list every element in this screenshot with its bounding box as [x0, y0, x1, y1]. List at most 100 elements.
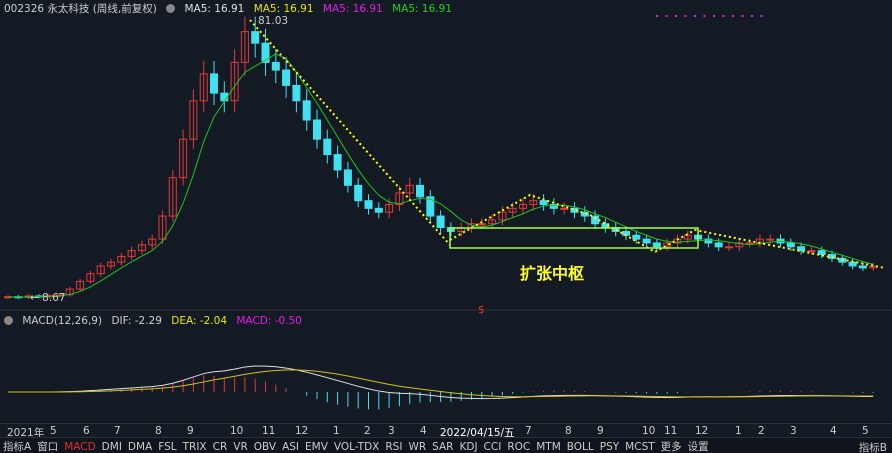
tab-emv[interactable]: EMV	[302, 440, 331, 453]
candle	[86, 270, 95, 284]
tab-设置[interactable]: 设置	[685, 438, 712, 453]
tab-sar[interactable]: SAR	[429, 440, 456, 453]
candle	[364, 194, 373, 215]
tab-mcst[interactable]: MCST	[622, 440, 657, 453]
macd-dif: DIF: -2.29	[111, 315, 162, 327]
candle	[416, 178, 424, 204]
candle	[240, 16, 249, 76]
candle-body	[282, 69, 291, 86]
magenta-dot	[656, 15, 658, 17]
x-tick-label: 1	[333, 425, 340, 437]
magenta-dot	[703, 15, 706, 17]
tab-指标a[interactable]: 指标A	[0, 438, 34, 453]
candle-body	[251, 31, 260, 44]
x-tick-label: 7	[525, 425, 532, 437]
candle	[220, 81, 229, 113]
candle	[426, 190, 435, 222]
candle-body	[632, 234, 641, 240]
x-tick-label: 6	[83, 425, 90, 437]
x-tick-label: 4	[420, 425, 427, 437]
x-tick-label: 5	[862, 425, 869, 437]
candle	[127, 246, 136, 261]
x-tick-label: 9	[187, 425, 194, 437]
tab-cr[interactable]: CR	[210, 440, 231, 453]
magenta-dot	[675, 15, 677, 17]
trend-line-down	[249, 19, 451, 246]
candle	[148, 234, 157, 250]
candle	[549, 198, 558, 215]
candle	[436, 210, 445, 233]
tab-psy[interactable]: PSY	[597, 440, 622, 453]
candle	[107, 258, 115, 270]
settings-dot-icon[interactable]	[4, 316, 13, 325]
candle	[354, 178, 363, 208]
candle-body	[323, 138, 332, 156]
candle	[230, 48, 239, 113]
tab-窗口[interactable]: 窗口	[34, 438, 61, 453]
candle-body	[436, 215, 445, 229]
candle	[488, 214, 497, 230]
x-tick-label: 8	[155, 425, 162, 437]
candle-body	[210, 73, 218, 94]
magenta-dot	[732, 15, 734, 17]
candle	[385, 198, 394, 219]
tab-vr[interactable]: VR	[230, 440, 250, 453]
event-marker[interactable]: $	[478, 304, 485, 316]
candle	[704, 234, 713, 248]
tab-trix[interactable]: TRIX	[180, 440, 210, 453]
high-price-label: 81.03	[258, 15, 289, 27]
candle-body	[374, 207, 383, 213]
tab-fsl[interactable]: FSL	[155, 440, 179, 453]
tab-kdj[interactable]: KDJ	[456, 440, 480, 453]
candle	[210, 61, 218, 106]
candle	[323, 129, 332, 164]
candle	[673, 234, 682, 248]
candle	[580, 206, 589, 222]
magenta-dot	[741, 15, 744, 17]
tab-dmi[interactable]: DMI	[99, 440, 125, 453]
macd-value: MACD: -0.50	[236, 315, 302, 327]
x-tick-label: 2	[364, 425, 371, 437]
candle	[282, 56, 291, 98]
candle-body	[725, 246, 733, 249]
candle	[117, 252, 126, 266]
price-header: 002326 永太科技 (周线,前复权) MA5: 16.91 MA5: 16.…	[4, 1, 458, 16]
candle-body	[642, 238, 651, 244]
tab-obv[interactable]: OBV	[251, 440, 279, 453]
tab-boll[interactable]: BOLL	[564, 440, 597, 453]
magenta-dot	[760, 15, 763, 17]
chart-canvas[interactable]	[0, 0, 892, 423]
x-tick-label: 11	[664, 425, 678, 437]
tab-cci[interactable]: CCI	[481, 440, 505, 453]
settings-dot-icon[interactable]	[166, 4, 176, 13]
tab-macd[interactable]: MACD	[61, 440, 98, 453]
tab-asi[interactable]: ASI	[279, 440, 302, 453]
tab-vol-tdx[interactable]: VOL-TDX	[331, 440, 382, 453]
stock-chart-window: 002326 永太科技 (周线,前复权) MA5: 16.91 MA5: 16.…	[0, 0, 892, 453]
tab-roc[interactable]: ROC	[504, 440, 533, 453]
symbol-title: 002326 永太科技 (周线,前复权)	[4, 3, 157, 15]
ma-label-2: MA5: 16.91	[253, 3, 314, 15]
candle	[611, 222, 620, 237]
candle	[199, 61, 208, 113]
candle-body	[858, 265, 867, 269]
x-tick-label: 3	[388, 425, 395, 437]
tab-wr[interactable]: WR	[405, 440, 429, 453]
candle	[560, 202, 569, 215]
candle-body	[560, 207, 569, 210]
candle-body	[271, 61, 280, 71]
candle	[158, 210, 167, 244]
tab-rsi[interactable]: RSI	[382, 440, 405, 453]
candle-body	[652, 242, 661, 248]
tab-indicator-b[interactable]: 指标B	[856, 439, 890, 453]
candle-body	[343, 169, 352, 186]
candle-body	[220, 92, 229, 102]
low-price-label: ← 8.67	[30, 292, 66, 304]
tab-mtm[interactable]: MTM	[533, 440, 564, 453]
candle	[725, 242, 733, 252]
tab-更多[interactable]: 更多	[658, 438, 685, 453]
candle	[179, 129, 188, 186]
tab-dma[interactable]: DMA	[125, 440, 155, 453]
ma-label-4: MA5: 16.91	[392, 3, 452, 15]
macd-header: MACD(12,26,9) DIF: -2.29 DEA: -2.04 MACD…	[4, 315, 308, 327]
